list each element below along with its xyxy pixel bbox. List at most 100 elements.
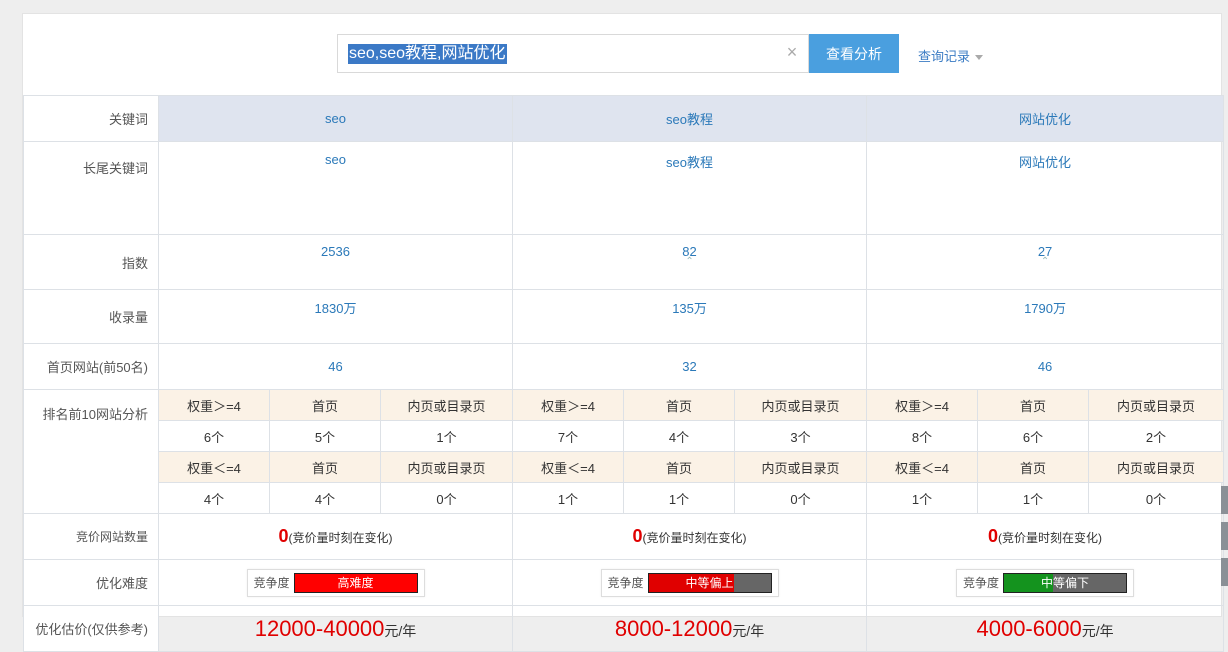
sub-header: 内页或目录页 — [734, 389, 868, 421]
analyze-button[interactable]: 查看分析 — [809, 34, 899, 73]
home-sites-cell: 32 — [512, 343, 868, 390]
indexed-link[interactable]: 1830万 — [157, 289, 514, 344]
competition-meter: 竞争度 中等偏下 — [956, 568, 1135, 597]
row-label-indexed: 收录量 — [23, 289, 159, 344]
row-label-top10: 排名前10网站分析 — [23, 389, 159, 514]
competition-label: 竞争度 — [607, 575, 644, 590]
top10-header-le: 权重＜=4 首页 内页或目录页 权重＜=4 首页 内页或目录页 权重＜=4 首页… — [24, 451, 1225, 483]
sub-header: 内页或目录页 — [379, 451, 514, 483]
keyword-cell: seo教程 — [512, 95, 868, 142]
row-label-keyword: 关键词 — [23, 95, 159, 142]
difficulty-label: 中等偏上 — [685, 576, 734, 591]
count-cell: 0个 — [734, 482, 868, 514]
count-cell: 6个 — [977, 420, 1090, 452]
bid-count: 0 — [632, 526, 643, 546]
search-query-text[interactable]: seo,seo教程,网站优化 — [348, 44, 507, 64]
count-cell: 1个 — [623, 482, 736, 514]
top10-values-le: 4个 4个 0个 1个 1个 0个 1个 1个 0个 — [24, 482, 1225, 514]
price-row: 优化估价(仅供参考) 12000-40000元/年 8000-12000元/年 … — [23, 605, 1225, 652]
bid-note: (竞价量时刻在变化) — [642, 531, 747, 545]
history-dropdown[interactable]: 查询记录 — [918, 46, 984, 65]
difficulty-bar: 中等偏上 — [647, 573, 772, 594]
difficulty-label: 高难度 — [337, 576, 374, 591]
row-label-long-tail: 长尾关键词 — [23, 141, 159, 235]
sub-header: 首页 — [977, 389, 1090, 421]
row-label-home-sites: 首页网站(前50名) — [23, 343, 159, 390]
count-cell: 5个 — [269, 420, 381, 452]
price-value: 4000-6000 — [976, 615, 1082, 641]
row-label-difficulty: 优化难度 — [23, 559, 159, 606]
count-cell: 1个 — [866, 482, 979, 514]
competition-meter: 竞争度 中等偏上 — [600, 568, 779, 597]
count-cell: 1个 — [379, 420, 514, 452]
sub-header: 权重＜=4 — [866, 451, 979, 483]
search-input[interactable]: seo,seo教程,网站优化 × — [337, 34, 809, 73]
history-label: 查询记录 — [918, 49, 971, 64]
indexed-link[interactable]: 1790万 — [866, 289, 1225, 344]
difficulty-row: 优化难度 竞争度 高难度 竞争度 中等偏上 竞争度 中等偏下 — [23, 559, 1225, 606]
sub-header: 首页 — [269, 451, 381, 483]
indexed-link[interactable]: 135万 — [512, 289, 868, 344]
price-value: 12000-40000 — [254, 615, 385, 641]
difficulty-label: 中等偏下 — [1041, 576, 1090, 591]
keyword-cell: 网站优化 — [866, 95, 1225, 142]
index-row: 指数 2536 82 ⌃ 27 ⌃ — [23, 234, 1225, 290]
count-cell: 4个 — [269, 482, 381, 514]
sub-header: 权重＞=4 — [158, 389, 270, 421]
row-label-bid: 竞价网站数量 — [23, 513, 159, 560]
analysis-panel: seo,seo教程,网站优化 × 查看分析 查询记录 关键词 seo seo教程… — [22, 13, 1225, 652]
index-cell: 2536 — [157, 234, 514, 290]
competition-meter: 竞争度 高难度 — [246, 568, 425, 597]
long-tail-link[interactable]: seo教程 — [512, 141, 868, 235]
competition-label: 竞争度 — [963, 575, 1000, 590]
count-cell: 8个 — [866, 420, 979, 452]
count-cell: 0个 — [379, 482, 514, 514]
count-cell: 2个 — [1088, 420, 1225, 452]
close-icon[interactable]: × — [784, 43, 800, 61]
bid-row: 竞价网站数量 0(竞价量时刻在变化) 0(竞价量时刻在变化) 0(竞价量时刻在变… — [23, 513, 1225, 560]
sub-header: 首页 — [977, 451, 1090, 483]
sub-header: 首页 — [269, 389, 381, 421]
index-mark: ⌃ — [1040, 256, 1050, 267]
price-cell: 12000-40000元/年 — [157, 605, 514, 652]
chevron-down-icon — [975, 55, 984, 61]
difficulty-cell: 竞争度 中等偏下 — [866, 559, 1225, 606]
bid-count: 0 — [988, 526, 999, 546]
price-cell: 4000-6000元/年 — [866, 605, 1225, 652]
bid-cell: 0(竞价量时刻在变化) — [157, 513, 514, 560]
keyword-analysis-table: 关键词 seo seo教程 网站优化 长尾关键词 seo seo教程 网站优化 … — [23, 95, 1225, 652]
bid-count: 0 — [278, 526, 289, 546]
home-sites-cell: 46 — [157, 343, 514, 390]
row-label-index: 指数 — [23, 234, 159, 290]
long-tail-link[interactable]: 网站优化 — [866, 141, 1225, 235]
count-cell: 7个 — [512, 420, 625, 452]
sub-header: 权重＜=4 — [512, 451, 625, 483]
bid-cell: 0(竞价量时刻在变化) — [512, 513, 868, 560]
difficulty-bar: 高难度 — [293, 573, 418, 594]
side-scroll-tabs[interactable] — [1221, 486, 1228, 594]
bid-cell: 0(竞价量时刻在变化) — [866, 513, 1225, 560]
difficulty-cell: 竞争度 中等偏上 — [512, 559, 868, 606]
bid-note: (竞价量时刻在变化) — [998, 531, 1103, 545]
count-cell: 1个 — [512, 482, 625, 514]
count-cell: 0个 — [1088, 482, 1225, 514]
sub-header: 内页或目录页 — [1088, 451, 1225, 483]
count-cell: 4个 — [623, 420, 736, 452]
search-bar: seo,seo教程,网站优化 × 查看分析 查询记录 — [23, 14, 1223, 95]
long-tail-link[interactable]: seo — [157, 141, 514, 235]
competition-label: 竞争度 — [253, 575, 290, 590]
index-cell: 27 ⌃ — [866, 234, 1225, 290]
count-cell: 3个 — [734, 420, 868, 452]
price-value: 8000-12000 — [614, 615, 733, 641]
count-cell: 4个 — [158, 482, 270, 514]
sub-header: 内页或目录页 — [379, 389, 514, 421]
top10-values-ge: 6个 5个 1个 7个 4个 3个 8个 6个 2个 — [24, 420, 1225, 452]
sub-header: 权重＞=4 — [512, 389, 625, 421]
difficulty-cell: 竞争度 高难度 — [157, 559, 514, 606]
row-label-price: 优化估价(仅供参考) — [23, 605, 159, 652]
difficulty-bar: 中等偏下 — [1003, 573, 1128, 594]
top10-header-ge: 排名前10网站分析 权重＞=4 首页 内页或目录页 权重＞=4 首页 内页或目录… — [23, 389, 1225, 514]
home-sites-row: 首页网站(前50名) 46 32 46 — [23, 343, 1225, 390]
sub-header: 首页 — [623, 451, 736, 483]
index-cell: 82 ⌃ — [512, 234, 868, 290]
